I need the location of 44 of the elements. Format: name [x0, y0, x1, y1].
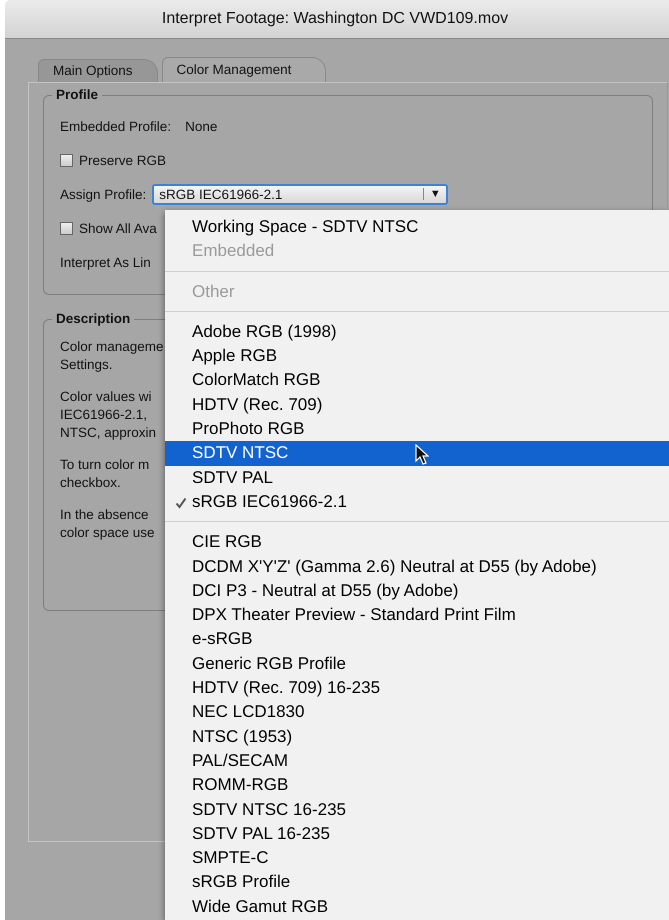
- checkbox-label: Preserve RGB: [79, 152, 166, 168]
- menu-item[interactable]: DPX Theater Preview - Standard Print Film: [165, 603, 669, 628]
- group-legend: Profile: [52, 87, 102, 102]
- checkbox[interactable]: [60, 154, 73, 166]
- description-text: Color manageme Settings.: [60, 338, 164, 374]
- menu-item[interactable]: HDTV (Rec. 709) 16-235: [165, 676, 669, 700]
- menu-item[interactable]: SDTV PAL 16-235: [165, 822, 669, 846]
- field-label: Interpret As Lin: [60, 254, 151, 270]
- menu-item[interactable]: SDTV PAL: [165, 466, 669, 490]
- field-label: Embedded Profile:: [60, 118, 172, 134]
- field-value: None: [185, 118, 218, 134]
- menu-item[interactable]: SDTV NTSC 16-235: [165, 798, 669, 822]
- menu-item[interactable]: Working Space - SDTV NTSC: [165, 215, 669, 240]
- description-text: In the absence color space use: [60, 506, 155, 542]
- menu-item[interactable]: ColorMatch RGB: [165, 368, 669, 393]
- description-text: To turn color m checkbox.: [60, 456, 150, 492]
- menu-item[interactable]: e-sRGB: [165, 627, 669, 652]
- checkbox[interactable]: [60, 222, 73, 234]
- window-title: Interpret Footage: Washington DC VWD109.mov: [162, 10, 508, 28]
- menu-item[interactable]: PAL/SECAM: [165, 748, 669, 774]
- menu-item[interactable]: Wide Gamut RGB: [165, 894, 669, 920]
- menu-item[interactable]: SMPTE-C: [165, 846, 669, 870]
- group-legend: Description: [52, 311, 134, 326]
- menu-item[interactable]: Adobe RGB (1998): [165, 320, 669, 344]
- menu-item[interactable]: CIE RGB: [165, 530, 669, 555]
- menu-item[interactable]: Generic RGB Profile: [165, 652, 669, 676]
- menu-item[interactable]: DCI P3 - Neutral at D55 (by Adobe): [165, 578, 669, 604]
- checkbox-label: Show All Ava: [79, 220, 157, 236]
- menu-item[interactable]: Apple RGB: [165, 344, 669, 368]
- field-label: Assign Profile:: [60, 186, 146, 202]
- cursor-icon: [415, 444, 429, 466]
- menu-item[interactable]: ROMM-RGB: [165, 773, 669, 798]
- menu-item[interactable]: NEC LCD1830: [165, 700, 669, 725]
- tab[interactable]: Color Management: [162, 57, 326, 82]
- tab[interactable]: Main Options: [38, 59, 158, 82]
- menu-item[interactable]: ProPhoto RGB: [165, 417, 669, 442]
- menu-item[interactable]: HDTV (Rec. 709): [165, 392, 669, 418]
- menu-item[interactable]: DCDM X'Y'Z' (Gamma 2.6) Neutral at D55 (by Adobe): [165, 554, 669, 579]
- description-text: Color values wi IEC61966-2.1, NTSC, approxin: [60, 388, 156, 442]
- menu-item[interactable]: NTSC (1953): [165, 724, 669, 749]
- menu-item[interactable]: SDTV NTSC: [165, 441, 669, 466]
- menu-item[interactable]: sRGB IEC61966-2.1: [165, 490, 669, 514]
- profile-dropdown[interactable]: sRGB IEC61966-2.1 ▼: [152, 184, 448, 204]
- menu-item[interactable]: sRGB Profile: [165, 870, 669, 895]
